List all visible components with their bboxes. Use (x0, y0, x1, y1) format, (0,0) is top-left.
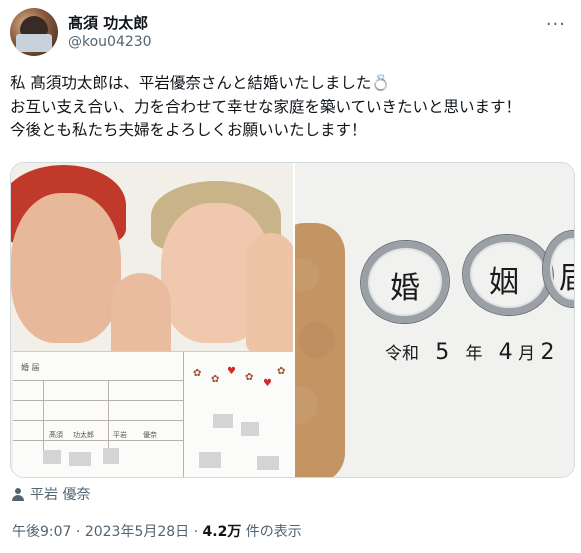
tweet-media[interactable]: 婚 届 髙須 功太郎 平岩 優奈 ✿ ✿ ♥ ✿ ♥ ✿ 婚 姻 令和 5 年 … (10, 162, 575, 478)
tweet-line: 私 髙須功太郎は、平岩優奈さんと結婚いたしました💍 (10, 74, 391, 92)
person-icon (12, 487, 24, 501)
more-horizontal-icon[interactable]: ··· (546, 14, 566, 35)
rings-photo[interactable]: 婚 姻 届 令和 5 年 4 月 2 (295, 163, 574, 477)
couple-photo[interactable]: 婚 届 髙須 功太郎 平岩 優奈 ✿ ✿ ♥ ✿ ♥ ✿ (11, 163, 293, 477)
tweet-text: 私 髙須功太郎は、平岩優奈さんと結婚いたしました💍 お互い支え合い、力を合わせて… (10, 72, 575, 143)
marriage-form: 婚 届 髙須 功太郎 平岩 優奈 ✿ ✿ ♥ ✿ ♥ ✿ (13, 351, 293, 477)
tweet-meta: 午後9:07 · 2023年5月28日 · 4.2万 件の表示 (12, 524, 302, 540)
user-display-name[interactable]: 髙須 功太郎 (68, 12, 148, 33)
tweet-time[interactable]: 午後9:07 (12, 524, 71, 540)
tweet-line: お互い支え合い、力を合わせて幸せな家庭を築いていきたいと思います！ (10, 97, 522, 116)
tagged-person-name[interactable]: 平岩 優奈 (30, 484, 90, 504)
views-label: 件の表示 (245, 524, 302, 540)
tagged-people[interactable]: 平岩 優奈 (12, 484, 90, 504)
views-count: 4.2万 (202, 524, 242, 540)
tweet-line: 今後とも私たち夫婦をよろしくお願いいたします！ (10, 121, 367, 139)
tweet-date[interactable]: 2023年5月28日 (85, 524, 189, 540)
avatar[interactable] (10, 8, 58, 56)
tweet-header: 髙須 功太郎 @kou04230 ··· (10, 8, 570, 58)
user-handle[interactable]: @kou04230 (68, 34, 152, 50)
date-line: 令和 5 年 4 月 2 (385, 340, 555, 365)
